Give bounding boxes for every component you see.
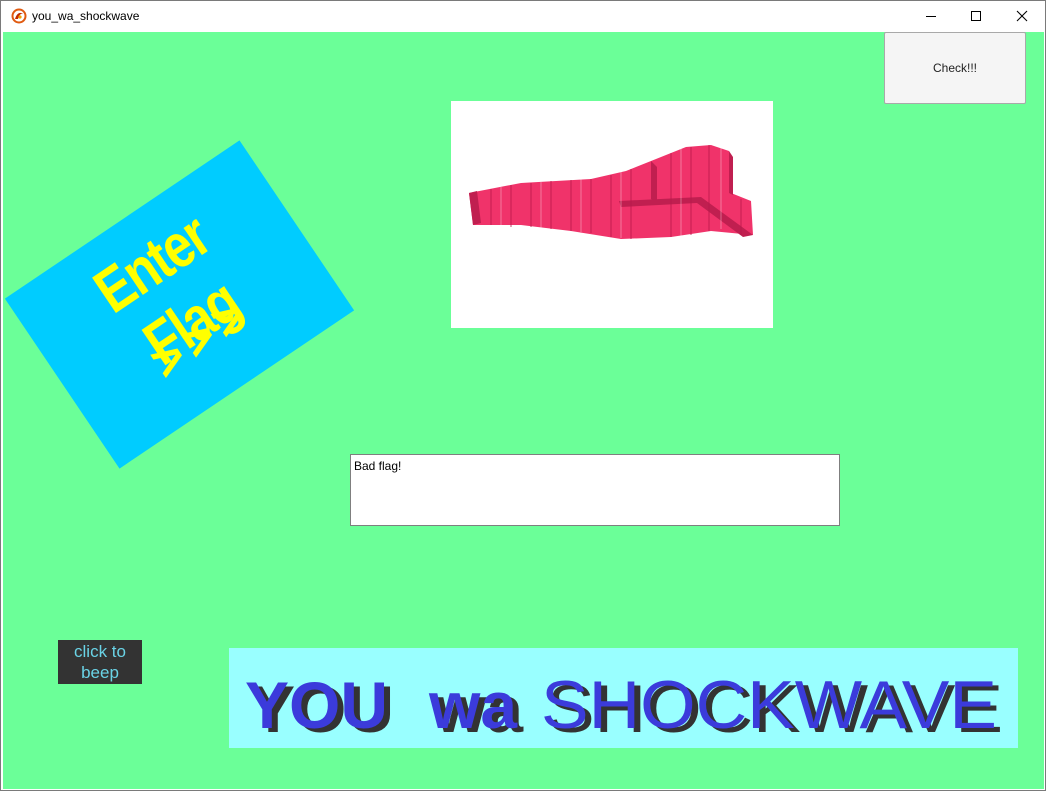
banner-word-wa: wa (428, 668, 518, 742)
window-title: you_wa_shockwave (32, 9, 140, 23)
app-window: you_wa_shockwave Check!!! Enter Flag >>> (0, 0, 1046, 791)
enter-flag-sign: Enter Flag >>> (4, 140, 355, 469)
minimize-button[interactable] (908, 1, 954, 31)
banner-3d-text: YOU YOU wa wa SHOCKWAVE SHOCKWAVE (245, 667, 1003, 747)
check-button[interactable]: Check!!! (884, 32, 1026, 104)
banner-word-you: YOU (245, 668, 388, 742)
banner-word-shockwave: SHOCKWAVE (541, 667, 997, 743)
title-bar[interactable]: you_wa_shockwave (1, 1, 1045, 31)
stage-area: Check!!! Enter Flag >>> Bad flag! click … (3, 32, 1044, 789)
shockwave-app-icon (11, 8, 27, 24)
beep-button-line-1: click to (74, 642, 126, 661)
you-wa-shockwave-banner: YOU YOU wa wa SHOCKWAVE SHOCKWAVE (229, 648, 1018, 748)
flag-result-textbox[interactable]: Bad flag! (350, 454, 840, 526)
beep-button[interactable]: click to beep (58, 640, 142, 684)
3d-text-model-image (469, 145, 753, 239)
maximize-icon (971, 11, 981, 21)
minimize-icon (926, 16, 936, 17)
close-button[interactable] (999, 1, 1045, 31)
beep-button-label: click to beep (74, 641, 126, 683)
maximize-button[interactable] (953, 1, 999, 31)
beep-button-line-2: beep (81, 663, 119, 682)
3d-model-preview (451, 101, 773, 328)
close-icon (1016, 10, 1028, 22)
